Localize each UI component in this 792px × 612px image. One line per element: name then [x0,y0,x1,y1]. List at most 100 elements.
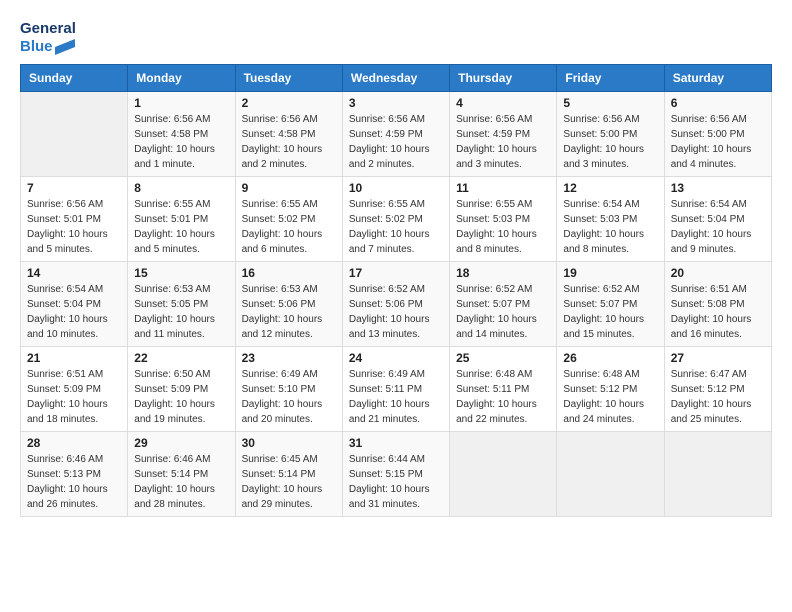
day-number: 8 [134,181,228,195]
calendar-cell: 9 Sunrise: 6:55 AMSunset: 5:02 PMDaylight… [235,177,342,262]
calendar-cell: 28 Sunrise: 6:46 AMSunset: 5:13 PMDayligh… [21,432,128,517]
calendar-week-2: 7 Sunrise: 6:56 AMSunset: 5:01 PMDaylight… [21,177,772,262]
calendar-cell [450,432,557,517]
calendar-cell: 3 Sunrise: 6:56 AMSunset: 4:59 PMDaylight… [342,92,449,177]
day-info: Sunrise: 6:55 AMSunset: 5:03 PMDaylight:… [456,197,550,257]
weekday-header-friday: Friday [557,65,664,92]
day-number: 5 [563,96,657,110]
calendar-cell [21,92,128,177]
day-number: 21 [27,351,121,365]
day-number: 14 [27,266,121,280]
calendar-cell: 22Sunrise: 6:50 AMSunset: 5:09 PMDayligh… [128,347,235,432]
day-info: Sunrise: 6:46 AMSunset: 5:13 PMDaylight:… [27,452,121,512]
calendar-cell: 4 Sunrise: 6:56 AMSunset: 4:59 PMDaylight… [450,92,557,177]
day-info: Sunrise: 6:52 AMSunset: 5:07 PMDaylight:… [563,282,657,342]
weekday-header-thursday: Thursday [450,65,557,92]
day-info: Sunrise: 6:52 AMSunset: 5:07 PMDaylight:… [456,282,550,342]
day-info: Sunrise: 6:48 AMSunset: 5:11 PMDaylight:… [456,367,550,427]
calendar-cell: 6Sunrise: 6:56 AMSunset: 5:00 PMDaylight… [664,92,771,177]
calendar-cell: 23Sunrise: 6:49 AMSunset: 5:10 PMDayligh… [235,347,342,432]
day-number: 15 [134,266,228,280]
calendar-cell: 13Sunrise: 6:54 AMSunset: 5:04 PMDayligh… [664,177,771,262]
day-number: 2 [242,96,336,110]
day-info: Sunrise: 6:49 AMSunset: 5:10 PMDaylight:… [242,367,336,427]
calendar-cell: 27 Sunrise: 6:47 AMSunset: 5:12 PMDayligh… [664,347,771,432]
calendar-cell: 1Sunrise: 6:56 AMSunset: 4:58 PMDaylight… [128,92,235,177]
day-number: 1 [134,96,228,110]
calendar-cell: 14 Sunrise: 6:54 AMSunset: 5:04 PMDayligh… [21,262,128,347]
calendar-week-3: 14 Sunrise: 6:54 AMSunset: 5:04 PMDayligh… [21,262,772,347]
day-number: 30 [242,436,336,450]
calendar-cell [664,432,771,517]
day-number: 31 [349,436,443,450]
logo: General Blue [20,20,76,56]
calendar-cell: 29 Sunrise: 6:46 AMSunset: 5:14 PMDayligh… [128,432,235,517]
day-info: Sunrise: 6:51 AMSunset: 5:09 PMDaylight:… [27,367,121,427]
day-info: Sunrise: 6:56 AMSunset: 4:59 PMDaylight:… [456,112,550,172]
calendar-cell: 2 Sunrise: 6:56 AMSunset: 4:58 PMDaylight… [235,92,342,177]
calendar-cell: 16Sunrise: 6:53 AMSunset: 5:06 PMDayligh… [235,262,342,347]
calendar-header: SundayMondayTuesdayWednesdayThursdayFrid… [21,65,772,92]
day-number: 10 [349,181,443,195]
page-header: General Blue [20,20,772,56]
day-number: 19 [563,266,657,280]
day-info: Sunrise: 6:56 AMSunset: 4:59 PMDaylight:… [349,112,443,172]
day-info: Sunrise: 6:52 AMSunset: 5:06 PMDaylight:… [349,282,443,342]
day-info: Sunrise: 6:55 AMSunset: 5:01 PMDaylight:… [134,197,228,257]
day-number: 26 [563,351,657,365]
day-number: 29 [134,436,228,450]
calendar-cell: 11 Sunrise: 6:55 AMSunset: 5:03 PMDayligh… [450,177,557,262]
calendar-table: SundayMondayTuesdayWednesdayThursdayFrid… [20,64,772,517]
day-number: 27 [671,351,765,365]
weekday-header-sunday: Sunday [21,65,128,92]
day-info: Sunrise: 6:53 AMSunset: 5:06 PMDaylight:… [242,282,336,342]
day-info: Sunrise: 6:47 AMSunset: 5:12 PMDaylight:… [671,367,765,427]
calendar-cell: 20Sunrise: 6:51 AMSunset: 5:08 PMDayligh… [664,262,771,347]
day-number: 3 [349,96,443,110]
day-info: Sunrise: 6:48 AMSunset: 5:12 PMDaylight:… [563,367,657,427]
day-info: Sunrise: 6:56 AMSunset: 5:00 PMDaylight:… [671,112,765,172]
calendar-cell: 24Sunrise: 6:49 AMSunset: 5:11 PMDayligh… [342,347,449,432]
day-number: 25 [456,351,550,365]
day-number: 4 [456,96,550,110]
day-info: Sunrise: 6:44 AMSunset: 5:15 PMDaylight:… [349,452,443,512]
logo-line2: Blue [20,38,76,56]
day-info: Sunrise: 6:55 AMSunset: 5:02 PMDaylight:… [242,197,336,257]
day-info: Sunrise: 6:56 AMSunset: 5:00 PMDaylight:… [563,112,657,172]
weekday-header-saturday: Saturday [664,65,771,92]
calendar-cell [557,432,664,517]
day-number: 28 [27,436,121,450]
weekday-header-monday: Monday [128,65,235,92]
calendar-body: 1 Sunrise: 6:56 AMSunset: 4:58 PMDaylight… [21,92,772,517]
calendar-cell: 21 Sunrise: 6:51 AMSunset: 5:09 PMDayligh… [21,347,128,432]
calendar-cell: 30 Sunrise: 6:45 AMSunset: 5:14 PMDayligh… [235,432,342,517]
day-info: Sunrise: 6:54 AMSunset: 5:04 PMDaylight:… [27,282,121,342]
day-info: Sunrise: 6:55 AMSunset: 5:02 PMDaylight:… [349,197,443,257]
day-info: Sunrise: 6:54 AMSunset: 5:03 PMDaylight:… [563,197,657,257]
weekday-header-row: SundayMondayTuesdayWednesdayThursdayFrid… [21,65,772,92]
calendar-week-4: 21 Sunrise: 6:51 AMSunset: 5:09 PMDayligh… [21,347,772,432]
calendar-cell: 19 Sunrise: 6:52 AMSunset: 5:07 PMDayligh… [557,262,664,347]
day-info: Sunrise: 6:45 AMSunset: 5:14 PMDaylight:… [242,452,336,512]
day-number: 11 [456,181,550,195]
calendar-cell: 7 Sunrise: 6:56 AMSunset: 5:01 PMDaylight… [21,177,128,262]
calendar-cell: 17Sunrise: 6:52 AMSunset: 5:06 PMDayligh… [342,262,449,347]
day-info: Sunrise: 6:50 AMSunset: 5:09 PMDaylight:… [134,367,228,427]
logo-line1: General [20,20,76,38]
calendar-week-1: 1 Sunrise: 6:56 AMSunset: 4:58 PMDaylight… [21,92,772,177]
day-number: 7 [27,181,121,195]
day-number: 9 [242,181,336,195]
day-info: Sunrise: 6:54 AMSunset: 5:04 PMDaylight:… [671,197,765,257]
day-number: 12 [563,181,657,195]
calendar-cell: 26 Sunrise: 6:48 AMSunset: 5:12 PMDayligh… [557,347,664,432]
calendar-cell: 31 Sunrise: 6:44 AMSunset: 5:15 PMDayligh… [342,432,449,517]
calendar-cell: 18Sunrise: 6:52 AMSunset: 5:07 PMDayligh… [450,262,557,347]
day-info: Sunrise: 6:56 AMSunset: 4:58 PMDaylight:… [242,112,336,172]
day-info: Sunrise: 6:51 AMSunset: 5:08 PMDaylight:… [671,282,765,342]
day-info: Sunrise: 6:46 AMSunset: 5:14 PMDaylight:… [134,452,228,512]
weekday-header-tuesday: Tuesday [235,65,342,92]
day-info: Sunrise: 6:53 AMSunset: 5:05 PMDaylight:… [134,282,228,342]
weekday-header-wednesday: Wednesday [342,65,449,92]
day-info: Sunrise: 6:56 AMSunset: 5:01 PMDaylight:… [27,197,121,257]
calendar-cell: 15 Sunrise: 6:53 AMSunset: 5:05 PMDayligh… [128,262,235,347]
